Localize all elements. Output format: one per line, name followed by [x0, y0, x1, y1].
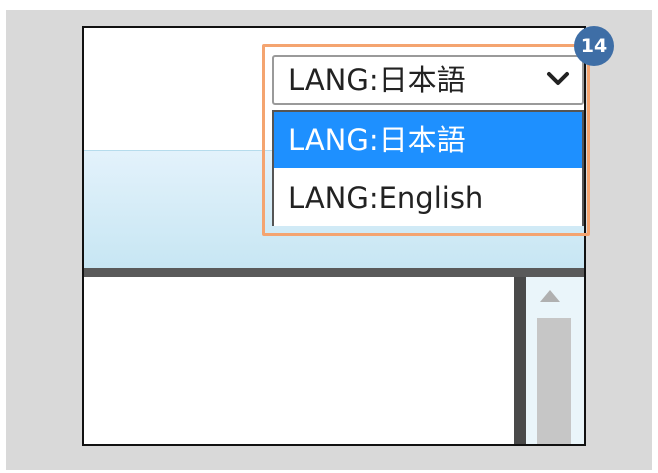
step-number-badge: 14	[574, 26, 614, 66]
header-bottom-edge	[84, 268, 584, 277]
chevron-down-icon	[547, 72, 569, 85]
language-option-japanese[interactable]: LANG:日本語	[274, 112, 582, 168]
language-select-value: LANG:日本語	[288, 63, 466, 97]
scrollbar-thumb[interactable]	[537, 318, 571, 444]
language-dropdown-list: LANG:日本語 LANG:English	[272, 110, 584, 226]
language-select[interactable]: LANG:日本語	[272, 55, 584, 105]
language-option-english[interactable]: LANG:English	[274, 170, 582, 226]
pane-divider	[514, 277, 526, 444]
content-pane	[84, 277, 514, 444]
scroll-up-arrow-icon[interactable]	[540, 290, 560, 302]
